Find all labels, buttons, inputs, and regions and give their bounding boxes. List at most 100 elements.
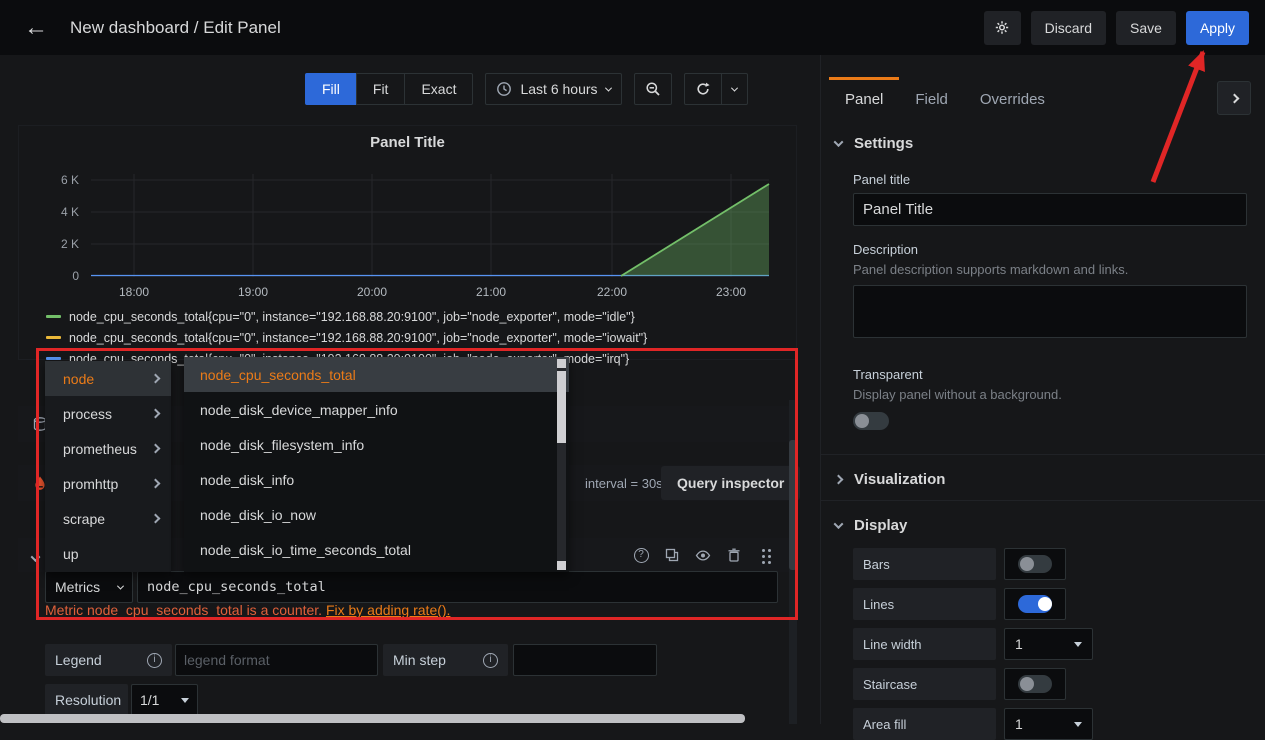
line-width-label: Line width xyxy=(853,628,996,660)
legend-format-input[interactable] xyxy=(175,644,378,676)
back-arrow-icon: ← xyxy=(24,14,48,41)
clock-icon xyxy=(496,81,512,97)
area-fill-select[interactable]: 1 xyxy=(1004,708,1093,740)
category-item-prometheus[interactable]: prometheus xyxy=(45,431,171,466)
panel-preview: 6 K 4 K 2 K 0 18:00 19:00 20:00 21:00 22… xyxy=(18,125,797,360)
metric-option[interactable]: node_disk_io_now xyxy=(184,497,569,532)
duplicate-query-icon[interactable] xyxy=(664,547,680,563)
chevron-right-icon xyxy=(151,514,161,524)
lines-toggle[interactable] xyxy=(1004,588,1066,620)
legend-item-idle[interactable]: node_cpu_seconds_total{cpu="0", instance… xyxy=(46,306,647,327)
y-tick: 6 K xyxy=(61,173,79,187)
settings-section-header[interactable]: Settings xyxy=(821,119,1265,164)
size-mode-group: Fill Fit Exact xyxy=(305,73,473,105)
chevron-down-icon xyxy=(730,84,737,91)
x-tick: 20:00 xyxy=(357,285,387,299)
display-section-header[interactable]: Display xyxy=(821,501,1265,546)
menu-scrollbar xyxy=(557,359,566,570)
display-row-area-fill: Area fill 1 xyxy=(853,708,1247,740)
description-label: Description xyxy=(853,242,1247,257)
header-actions: Discard Save Apply xyxy=(984,11,1249,45)
x-tick: 18:00 xyxy=(119,285,149,299)
legend-swatch-yellow xyxy=(46,336,61,339)
legend-swatch-blue xyxy=(46,357,61,360)
help-icon[interactable]: ? xyxy=(633,547,649,563)
legend-item-iowait[interactable]: node_cpu_seconds_total{cpu="0", instance… xyxy=(46,327,647,348)
legend-swatch-green xyxy=(46,315,61,318)
warning-text: Metric node_cpu_seconds_total is a count… xyxy=(45,602,322,618)
size-mode-exact-button[interactable]: Exact xyxy=(404,73,473,105)
zoom-out-button[interactable] xyxy=(634,73,672,105)
menu-scrollbar-thumb[interactable] xyxy=(557,371,566,443)
refresh-button[interactable] xyxy=(684,73,722,105)
tab-field[interactable]: Field xyxy=(899,77,964,119)
visualization-section-header[interactable]: Visualization xyxy=(821,455,1265,500)
description-textarea[interactable] xyxy=(853,285,1247,338)
staircase-toggle[interactable] xyxy=(1004,668,1066,700)
interval-readout: interval = 30s xyxy=(585,476,663,491)
panel-title-input[interactable] xyxy=(853,193,1247,226)
panel-toolbar: Fill Fit Exact Last 6 hours xyxy=(305,73,748,105)
size-mode-fill-button[interactable]: Fill xyxy=(305,73,357,105)
options-sidebar: Panel Field Overrides Settings Panel tit… xyxy=(820,55,1265,724)
vertical-scrollbar xyxy=(789,400,797,724)
settings-gear-button[interactable] xyxy=(984,11,1021,45)
category-item-process[interactable]: process xyxy=(45,396,171,431)
transparent-help-text: Display panel without a background. xyxy=(853,387,1247,402)
metric-category-menu: node process prometheus promhttp scrape … xyxy=(45,361,171,572)
time-range-picker[interactable]: Last 6 hours xyxy=(485,73,621,105)
discard-button[interactable]: Discard xyxy=(1031,11,1106,45)
tab-panel[interactable]: Panel xyxy=(829,77,899,119)
metric-option[interactable]: node_disk_device_mapper_info xyxy=(184,392,569,427)
vertical-scrollbar-thumb[interactable] xyxy=(789,440,797,570)
chevron-right-icon xyxy=(834,475,844,485)
size-mode-fit-button[interactable]: Fit xyxy=(356,73,406,105)
refresh-interval-dropdown[interactable] xyxy=(721,73,748,105)
metrics-button-label: Metrics xyxy=(55,579,100,595)
display-row-staircase: Staircase xyxy=(853,668,1247,700)
toggle-visibility-eye-icon[interactable] xyxy=(695,547,711,563)
metric-option[interactable]: node_disk_info xyxy=(184,462,569,497)
tab-overrides[interactable]: Overrides xyxy=(964,77,1061,119)
promql-query-input[interactable] xyxy=(137,571,778,603)
category-item-node[interactable]: node xyxy=(45,361,171,396)
y-tick: 2 K xyxy=(61,237,79,251)
resolution-label: Resolution xyxy=(45,684,128,716)
area-fill-value: 1 xyxy=(1015,716,1023,732)
collapse-query-chevron-icon[interactable] xyxy=(31,552,41,562)
metrics-dropdown-button[interactable]: Metrics xyxy=(45,571,133,603)
metric-option[interactable]: node_cpu_seconds_total xyxy=(184,357,569,392)
chevron-right-icon xyxy=(1229,93,1239,103)
back-button[interactable]: ← xyxy=(16,8,56,48)
bars-toggle[interactable] xyxy=(1004,548,1066,580)
category-item-promhttp[interactable]: promhttp xyxy=(45,466,171,501)
y-tick: 4 K xyxy=(61,205,79,219)
line-width-select[interactable]: 1 xyxy=(1004,628,1093,660)
y-tick: 0 xyxy=(72,269,79,283)
query-inspector-button[interactable]: Query inspector xyxy=(661,466,800,500)
fix-rate-link[interactable]: Fix by adding rate(). xyxy=(326,602,451,618)
apply-button[interactable]: Apply xyxy=(1186,11,1249,45)
metric-option[interactable]: node_disk_filesystem_info xyxy=(184,427,569,462)
category-item-up[interactable]: up xyxy=(45,536,171,571)
legend-format-label: Legend i xyxy=(45,644,172,676)
save-button[interactable]: Save xyxy=(1116,11,1176,45)
resolution-value: 1/1 xyxy=(140,692,159,708)
drag-handle-icon[interactable] xyxy=(757,547,773,563)
metric-option[interactable]: node_disk_io_time_seconds_total xyxy=(184,532,569,567)
description-help-text: Panel description supports markdown and … xyxy=(853,262,1247,277)
bars-label: Bars xyxy=(853,548,996,580)
category-item-scrape[interactable]: scrape xyxy=(45,501,171,536)
transparent-toggle[interactable] xyxy=(853,412,889,430)
scrollbar-down-arrow[interactable] xyxy=(557,561,566,570)
resolution-select[interactable]: 1/1 xyxy=(131,684,198,716)
chevron-down-icon xyxy=(834,519,844,529)
scrollbar-up-arrow[interactable] xyxy=(557,359,566,368)
page-title: New dashboard / Edit Panel xyxy=(70,18,281,38)
min-step-input[interactable] xyxy=(513,644,657,676)
delete-query-trash-icon[interactable] xyxy=(726,547,742,563)
panel-preview-title: Panel Title xyxy=(19,134,796,151)
horizontal-scrollbar-thumb[interactable] xyxy=(0,714,745,723)
settings-heading: Settings xyxy=(854,135,913,152)
collapse-sidebar-button[interactable] xyxy=(1217,81,1251,115)
